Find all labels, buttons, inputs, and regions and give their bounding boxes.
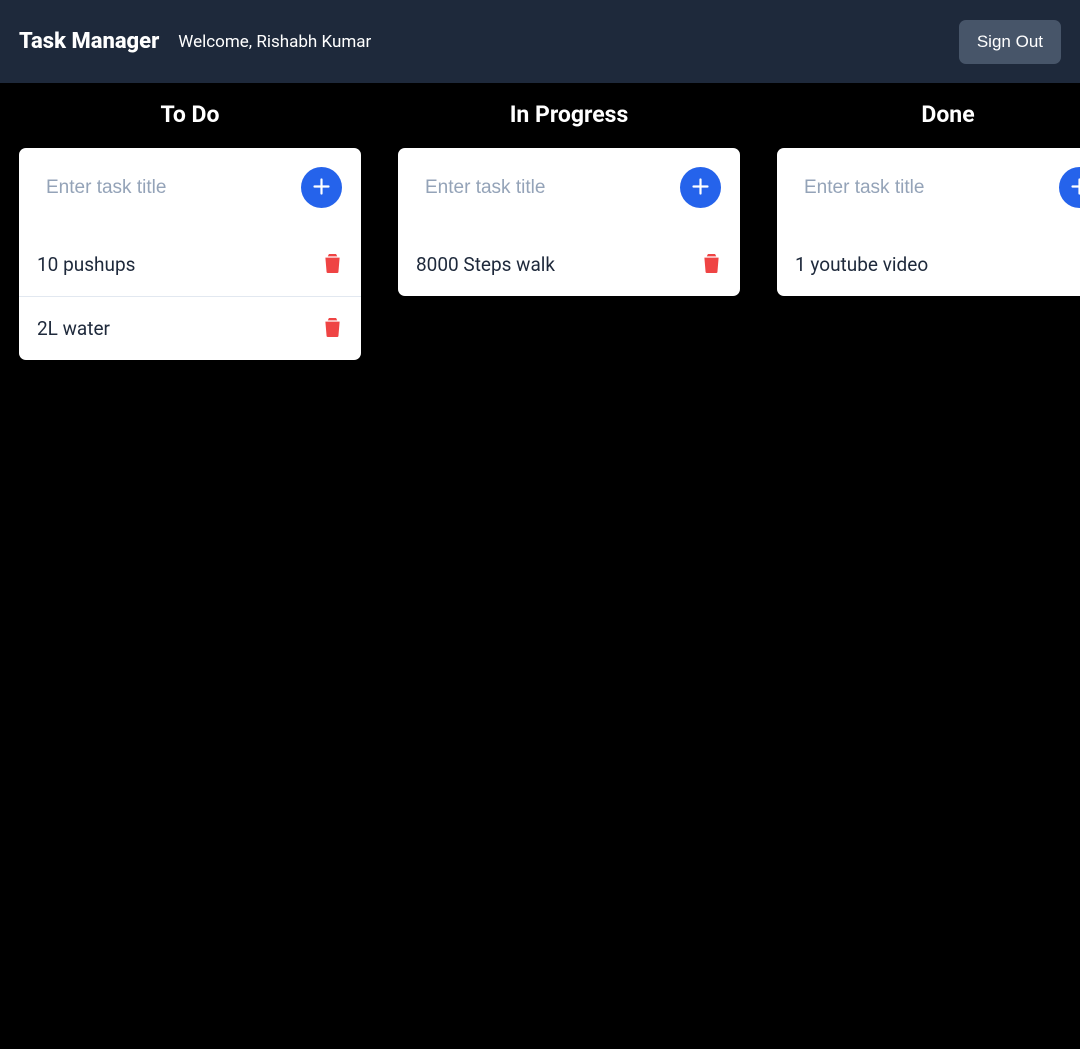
plus-icon bbox=[1069, 176, 1080, 200]
plus-icon bbox=[311, 176, 332, 200]
add-task-button[interactable] bbox=[680, 167, 721, 208]
column-title: Done bbox=[777, 101, 1080, 128]
task-list: 8000 Steps walk bbox=[398, 222, 740, 296]
task-title: 1 youtube video bbox=[795, 253, 1080, 276]
task-list: 1 youtube video bbox=[777, 222, 1080, 296]
add-task-button[interactable] bbox=[301, 167, 342, 208]
task-item[interactable]: 10 pushups bbox=[19, 248, 361, 296]
task-title-input[interactable] bbox=[425, 177, 670, 199]
add-task-row bbox=[398, 148, 740, 222]
task-item[interactable]: 1 youtube video bbox=[777, 248, 1080, 296]
column-card: 1 youtube video bbox=[777, 148, 1080, 296]
task-title: 2L water bbox=[37, 317, 322, 340]
app-header: Task Manager Welcome, Rishabh Kumar Sign… bbox=[0, 0, 1080, 83]
column-card: 10 pushups 2L water bbox=[19, 148, 361, 360]
add-task-row bbox=[19, 148, 361, 222]
trash-icon bbox=[324, 318, 341, 340]
trash-icon bbox=[703, 254, 720, 276]
add-task-button[interactable] bbox=[1059, 167, 1080, 208]
signout-button[interactable]: Sign Out bbox=[959, 20, 1061, 64]
task-title-input[interactable] bbox=[804, 177, 1049, 199]
add-task-row bbox=[777, 148, 1080, 222]
column-done: Done 1 youtube video bbox=[777, 101, 1080, 360]
delete-task-button[interactable] bbox=[701, 254, 722, 276]
task-board: To Do 10 pushups bbox=[0, 83, 1080, 360]
welcome-text: Welcome, Rishabh Kumar bbox=[178, 32, 371, 52]
task-item[interactable]: 2L water bbox=[19, 296, 361, 360]
column-title: In Progress bbox=[398, 101, 740, 128]
plus-icon bbox=[690, 176, 711, 200]
task-title: 8000 Steps walk bbox=[416, 253, 701, 276]
trash-icon bbox=[324, 254, 341, 276]
column-in-progress: In Progress 8000 Steps walk bbox=[398, 101, 740, 360]
task-title-input[interactable] bbox=[46, 177, 291, 199]
delete-task-button[interactable] bbox=[322, 318, 343, 340]
column-title: To Do bbox=[19, 101, 361, 128]
column-card: 8000 Steps walk bbox=[398, 148, 740, 296]
app-title: Task Manager bbox=[19, 29, 159, 54]
delete-task-button[interactable] bbox=[322, 254, 343, 276]
task-list: 10 pushups 2L water bbox=[19, 222, 361, 360]
task-item[interactable]: 8000 Steps walk bbox=[398, 248, 740, 296]
task-title: 10 pushups bbox=[37, 253, 322, 276]
column-todo: To Do 10 pushups bbox=[19, 101, 361, 360]
